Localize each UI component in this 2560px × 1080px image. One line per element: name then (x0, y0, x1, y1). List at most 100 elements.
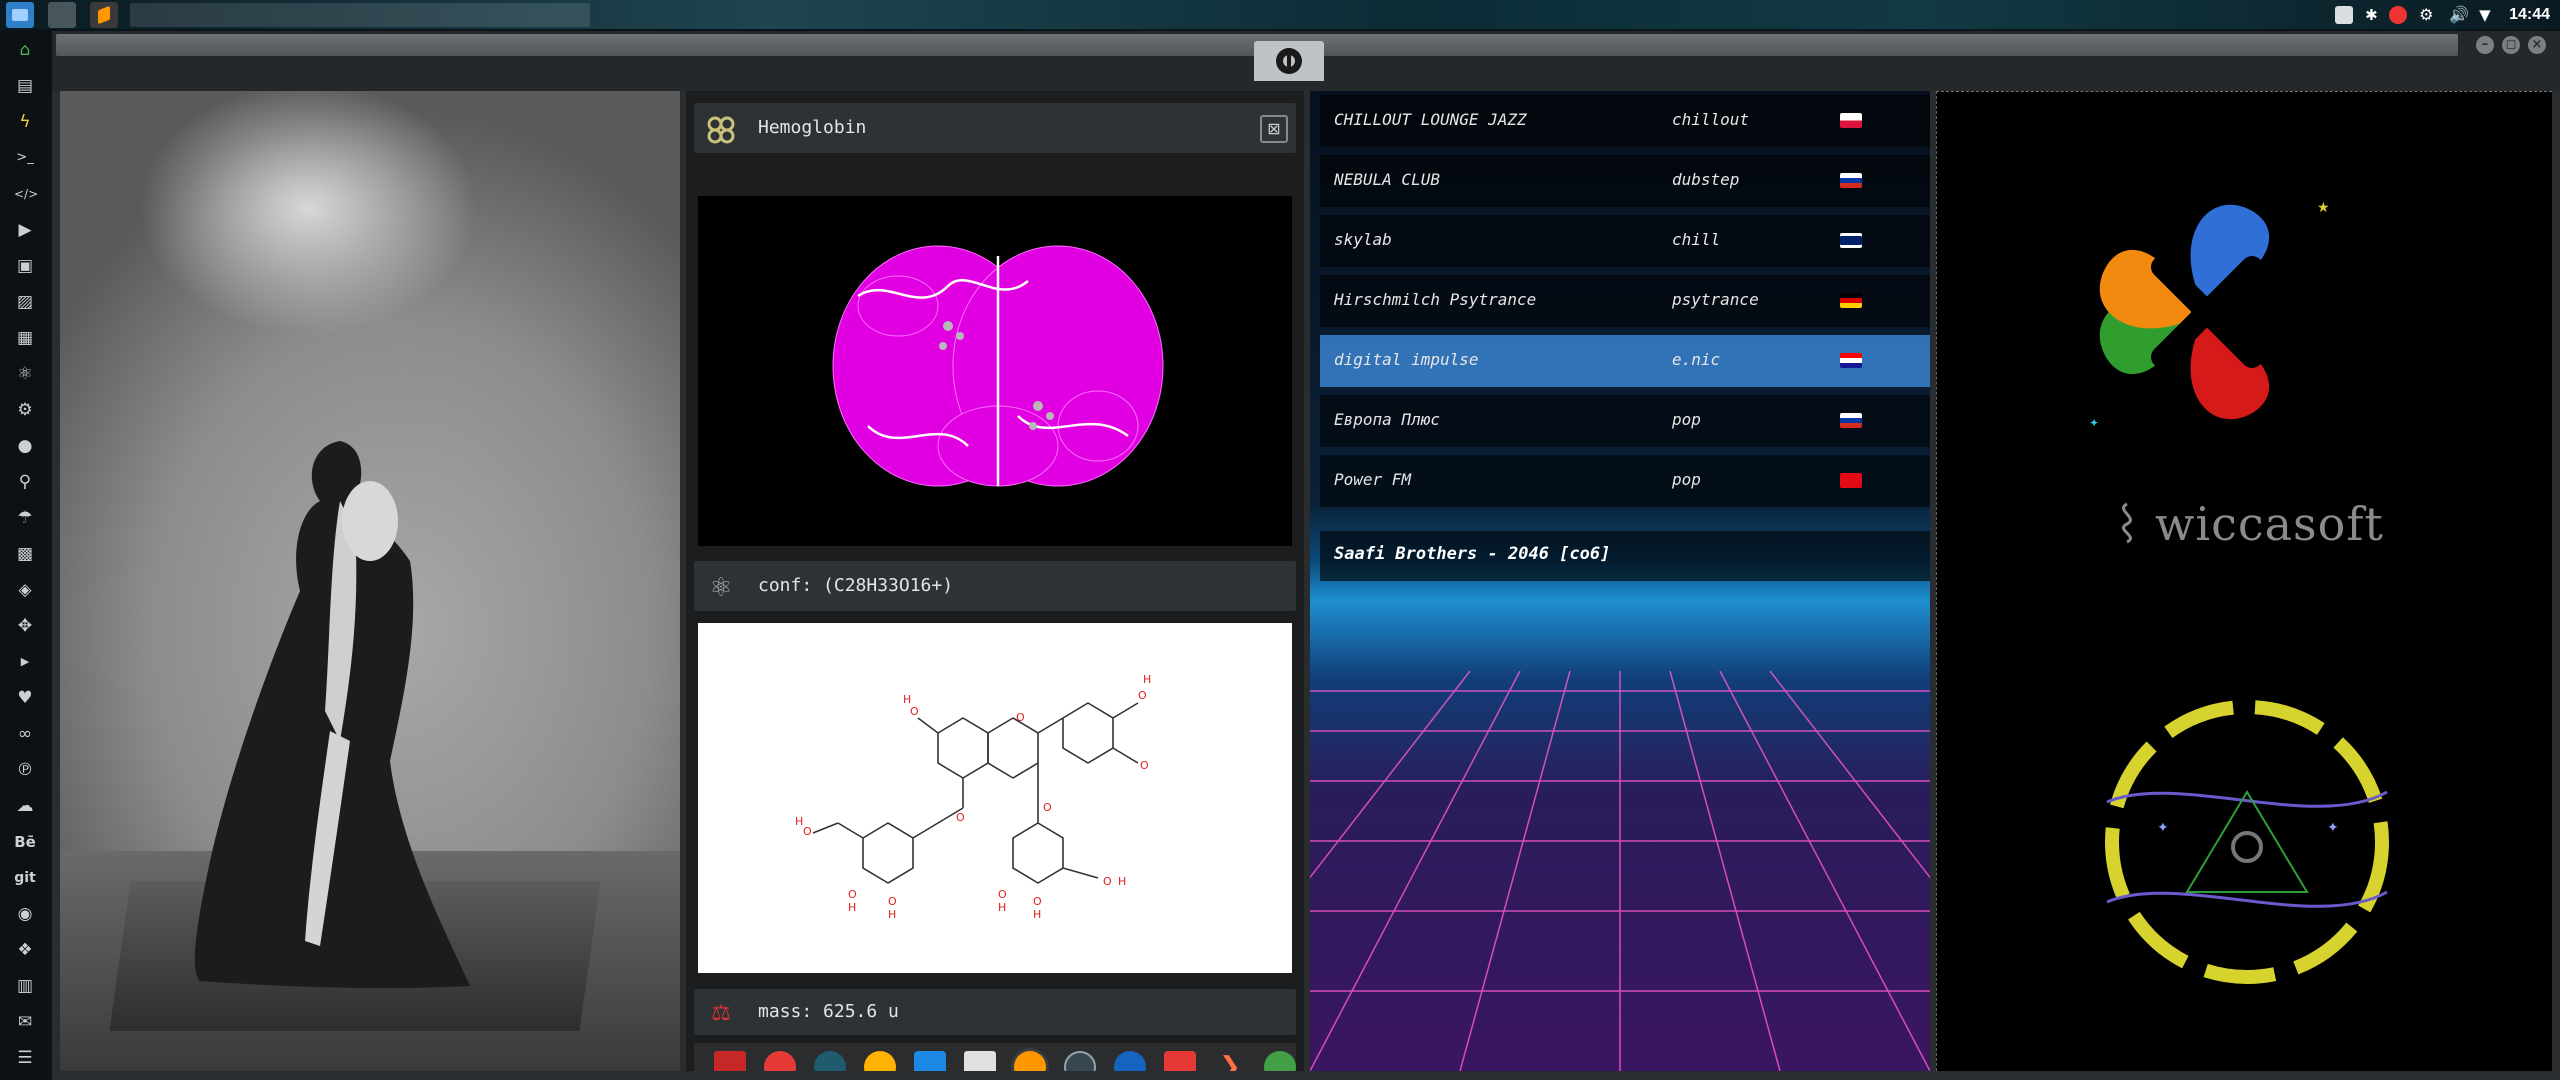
station-genre: chillout (1672, 110, 1750, 129)
code-icon[interactable]: </> (14, 183, 38, 205)
svg-text:O: O (1016, 711, 1025, 724)
behance-icon[interactable]: Bē (14, 831, 36, 853)
youtube-icon[interactable]: ▶ (14, 651, 36, 673)
wiccasoft-flower-logo: ★ ✦ (2089, 200, 2330, 430)
umbrella-icon[interactable]: ☂ (14, 507, 36, 529)
volume-icon[interactable]: 🔊 (2449, 6, 2469, 24)
infinity-icon[interactable]: ∞ (14, 723, 36, 745)
file-manager-icon[interactable] (6, 2, 34, 28)
svg-text:O: O (910, 705, 919, 718)
atom-icon[interactable]: ⚛ (14, 363, 36, 385)
maximize-button[interactable]: ◻ (2502, 36, 2520, 54)
browser-globe-icon[interactable] (1114, 1051, 1146, 1071)
news-icon[interactable]: ▦ (14, 327, 36, 349)
planet-icon[interactable] (814, 1051, 846, 1071)
close-molecule-button[interactable]: ⊠ (1260, 115, 1288, 143)
image-viewer-icon[interactable] (864, 1051, 896, 1071)
synthwave-grid (1310, 671, 1930, 1071)
station-row[interactable]: skylab chill (1320, 215, 1930, 267)
flag-uk-icon (1840, 233, 1862, 248)
circle-triangle-emblem: ✦ ✦ (2105, 700, 2389, 984)
pinterest-icon[interactable]: ℗ (14, 759, 36, 781)
terminal-arrow-icon[interactable]: ❯ (1214, 1051, 1246, 1071)
globe-icon[interactable]: ● (14, 435, 36, 457)
calendar-icon[interactable] (1164, 1051, 1196, 1071)
taskbar-app-blank[interactable] (48, 2, 76, 28)
expand-icon[interactable]: ✥ (14, 615, 36, 637)
flag-ru-icon (1840, 173, 1862, 188)
clock[interactable]: 14:44 (2509, 6, 2550, 24)
station-row[interactable]: Hirschmilch Psytrance psytrance (1320, 275, 1930, 327)
alert-icon[interactable] (2389, 6, 2408, 24)
packages-icon[interactable]: ❖ (14, 939, 36, 961)
settings-icon[interactable]: ⚙ (2419, 6, 2437, 24)
calculator-icon[interactable] (964, 1051, 996, 1071)
svg-text:✦: ✦ (2089, 416, 2099, 430)
files-icon[interactable]: ▣ (14, 255, 36, 277)
map-icon[interactable]: ▥ (14, 975, 36, 997)
station-name: digital impulse (1334, 350, 1479, 369)
magnifier-app-icon[interactable] (1014, 1051, 1046, 1071)
mail-icon[interactable]: ✉ (14, 1011, 36, 1033)
now-playing-bar[interactable]: Saafi Brothers - 2046 [со6] (1320, 531, 1930, 581)
station-genre: dubstep (1672, 170, 1740, 189)
atom-icon: ⚛ (709, 573, 733, 603)
station-row[interactable]: NEBULA CLUB dubstep (1320, 155, 1930, 207)
clock-app-icon[interactable] (1064, 1051, 1096, 1071)
play-icon[interactable]: ▶ (14, 219, 36, 241)
rebel-alliance-tab[interactable] (1254, 41, 1324, 81)
flag-tr-icon (1840, 473, 1862, 488)
screenshot-icon[interactable] (2335, 6, 2354, 24)
svg-text:H: H (903, 693, 911, 706)
home-icon[interactable]: ⌂ (14, 39, 36, 61)
github-icon[interactable]: ◉ (14, 903, 36, 925)
branding-pane: ★ ✦ wiccasoft ✦ ✦ (1936, 91, 2552, 1071)
main-window: – ◻ × Hemoglobin ⊠ ⚛ conf: (C28H33O16+) … (52, 31, 2560, 1080)
molecule-pane: Hemoglobin ⊠ ⚛ conf: (C28H33O16+) O H O … (686, 91, 1304, 1071)
search-icon[interactable]: ⚲ (14, 471, 36, 493)
svg-text:O: O (1033, 895, 1042, 908)
terminal-icon[interactable]: >_ (14, 147, 36, 169)
minimize-button[interactable]: – (2476, 36, 2494, 54)
hourglass-icon[interactable] (764, 1051, 796, 1071)
station-name: skylab (1334, 230, 1392, 249)
close-button[interactable]: × (2528, 36, 2546, 54)
formula-label: conf: (C28H33O16+) (758, 575, 954, 596)
yandex-icon[interactable] (1264, 1051, 1296, 1071)
taskbar-strip[interactable] (130, 3, 590, 27)
protein-3d-viewer[interactable] (698, 196, 1292, 546)
tag-icon[interactable]: ◈ (14, 579, 36, 601)
station-row[interactable]: Европа Плюс pop (1320, 395, 1930, 447)
svg-text:H: H (888, 908, 896, 921)
svg-text:H: H (1143, 673, 1151, 686)
git-icon[interactable]: git (14, 867, 36, 889)
chemical-structure[interactable]: OH O OH O O O OH OH OH OH OH OH (698, 623, 1292, 973)
station-row[interactable]: Power FM pop (1320, 455, 1930, 507)
window-titlebar[interactable]: – ◻ × (52, 31, 2560, 91)
svg-text:O: O (1103, 875, 1112, 888)
translate-icon[interactable] (914, 1051, 946, 1071)
svg-text:✦: ✦ (2157, 820, 2169, 836)
molecule-logo-icon (707, 116, 735, 144)
flag-de-icon (1840, 293, 1862, 308)
app-triangle-icon[interactable] (714, 1051, 746, 1071)
image-icon[interactable]: ▨ (14, 291, 36, 313)
contacts-icon[interactable]: ▩ (14, 543, 36, 565)
mass-row: ⚖ mass: 625.6 u (694, 989, 1296, 1035)
svg-text:O: O (848, 888, 857, 901)
heart-icon[interactable]: ♥ (14, 687, 36, 709)
svg-text:O: O (1043, 801, 1052, 814)
document-icon[interactable]: ▤ (14, 75, 36, 97)
station-row-selected[interactable]: digital impulse e.nic (1320, 335, 1930, 387)
server-icon[interactable]: ☰ (14, 1047, 36, 1069)
lightning-icon[interactable]: ϟ (14, 111, 36, 133)
left-dock: ⌂ ▤ ϟ >_ </> ▶ ▣ ▨ ▦ ⚛ ⚙ ● ⚲ ☂ ▩ ◈ ✥ ▶ ♥… (0, 31, 50, 1080)
photo-pane (60, 91, 680, 1071)
settings-cog-icon[interactable]: ⚙ (14, 399, 36, 421)
station-row[interactable]: CHILLOUT LOUNGE JAZZ chillout (1320, 95, 1930, 147)
wifi-icon[interactable]: ▼ (2479, 6, 2497, 24)
protein-ribbon-render (832, 245, 1164, 487)
bluetooth-icon[interactable]: ✱ (2365, 6, 2378, 24)
sublime-text-icon[interactable] (90, 2, 118, 28)
cloud-icon[interactable]: ☁ (14, 795, 36, 817)
